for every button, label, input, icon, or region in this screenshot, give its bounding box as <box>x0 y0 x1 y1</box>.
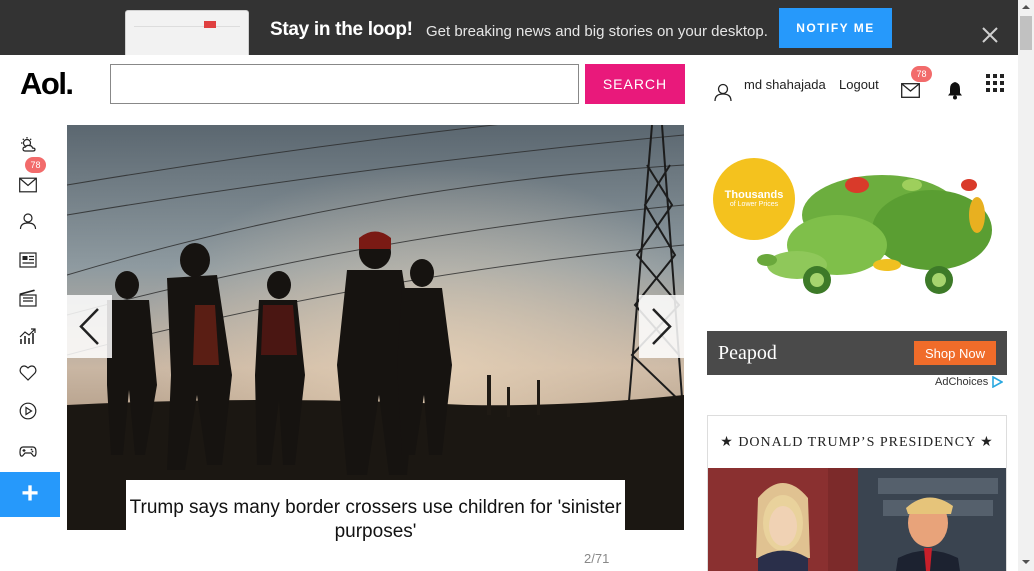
username-link[interactable]: md shahajada <box>744 77 826 92</box>
apps-grid-icon[interactable] <box>986 74 1004 92</box>
ad-badge-line1: Thousands <box>724 189 784 201</box>
hero-photo <box>67 125 684 530</box>
previous-slide-chevron-icon[interactable] <box>67 295 112 358</box>
scroll-up-arrow-icon[interactable] <box>1018 0 1034 14</box>
slide-counter: 2/71 <box>584 551 610 566</box>
ad-brand-logo: Peapod <box>718 342 777 364</box>
topic-panel-photo[interactable] <box>708 468 1006 571</box>
shop-now-button[interactable]: Shop Now <box>914 341 996 365</box>
aol-logo[interactable]: Aol. <box>20 66 74 102</box>
mail-count-badge: 78 <box>911 66 932 82</box>
mail-count-badge: 78 <box>25 157 46 173</box>
mail-icon[interactable] <box>901 83 920 98</box>
hero-slideshow-image[interactable] <box>67 125 684 530</box>
lifestyle-icon[interactable] <box>19 364 37 382</box>
close-icon[interactable] <box>980 25 1000 45</box>
logout-link[interactable]: Logout <box>839 77 879 92</box>
next-slide-chevron-icon[interactable] <box>639 295 684 358</box>
search-button[interactable]: SEARCH <box>585 64 685 104</box>
weather-icon[interactable] <box>19 136 37 154</box>
profile-icon[interactable] <box>19 212 37 230</box>
ad-badge-line2: of Lower Prices <box>729 201 779 208</box>
browser-preview-image <box>125 10 249 55</box>
topic-panel-title[interactable]: ★ DONALD TRUMP’S PRESIDENCY ★ <box>707 434 1007 451</box>
user-icon[interactable] <box>713 82 733 102</box>
adchoices-link[interactable]: AdChoices <box>935 376 988 388</box>
notification-banner: Stay in the loop! Get breaking news and … <box>0 0 1018 55</box>
hero-caption[interactable]: Trump says many border crossers use chil… <box>126 496 625 544</box>
scrollbar-thumb[interactable] <box>1020 16 1032 50</box>
mail-icon[interactable] <box>19 176 37 194</box>
banner-title: Stay in the loop! <box>270 19 413 40</box>
adchoices-icon[interactable] <box>991 376 1003 388</box>
entertainment-icon[interactable] <box>19 289 37 307</box>
video-icon[interactable] <box>19 402 37 420</box>
add-plus-button[interactable]: + <box>0 472 60 517</box>
scrollbar[interactable] <box>1018 0 1034 571</box>
hero-caption-box[interactable]: Trump says many border crossers use chil… <box>126 480 625 552</box>
scroll-down-arrow-icon[interactable] <box>1018 555 1034 569</box>
notify-me-button[interactable]: NOTIFY ME <box>779 8 892 48</box>
games-icon[interactable] <box>19 442 37 460</box>
search-input[interactable] <box>110 64 579 104</box>
ad-price-badge: Thousands of Lower Prices <box>713 158 795 240</box>
banner-subtitle: Get breaking news and big stories on you… <box>426 23 768 40</box>
finance-icon[interactable] <box>19 327 37 345</box>
news-icon[interactable] <box>19 251 37 269</box>
bell-icon[interactable] <box>946 80 964 100</box>
